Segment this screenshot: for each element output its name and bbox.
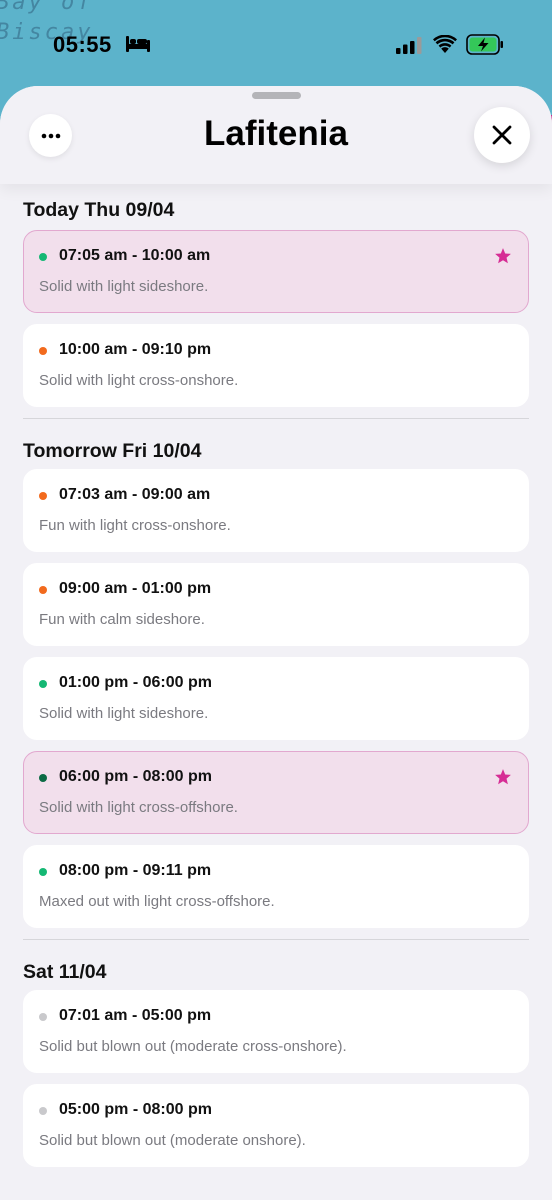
slot-description: Solid with light cross-onshore. xyxy=(39,372,239,389)
status-time: 05:55 xyxy=(53,32,112,57)
day-section: Today Thu 09/04 07:05 am - 10:00 am Solid … xyxy=(0,184,552,407)
quality-dot-icon xyxy=(39,347,47,355)
quality-dot-icon xyxy=(39,1013,47,1021)
slot-time: 07:03 am - 09:00 am xyxy=(59,486,211,503)
slot-time: 10:00 am - 09:10 pm xyxy=(59,341,212,358)
slot-time: 07:01 am - 05:00 pm xyxy=(59,1007,212,1024)
day-section: Tomorrow Fri 10/04 07:03 am - 09:00 am Fun… xyxy=(0,427,552,928)
quality-dot-icon xyxy=(39,492,47,500)
star-icon xyxy=(495,248,511,264)
slot-time: 01:00 pm - 06:00 pm xyxy=(59,674,212,691)
slot-description: Solid with light cross-offshore. xyxy=(39,799,238,816)
session-slot[interactable]: 07:03 am - 09:00 am Fun with light cross-… xyxy=(23,469,529,552)
slot-time: 08:00 pm - 09:11 pm xyxy=(59,862,212,879)
close-button[interactable] xyxy=(474,107,530,163)
slot-description: Solid but blown out (moderate cross-onsh… xyxy=(39,1038,347,1055)
session-slot[interactable]: 10:00 am - 09:10 pm Solid with light cros… xyxy=(23,324,529,407)
session-slot[interactable]: 07:01 am - 05:00 pm Solid but blown out (… xyxy=(23,990,529,1073)
session-slot[interactable]: 09:00 am - 01:00 pm Fun with calm sidesho… xyxy=(23,563,529,646)
slot-time: 09:00 am - 01:00 pm xyxy=(59,580,212,597)
session-slot[interactable]: 07:05 am - 10:00 am Solid with light side… xyxy=(23,230,529,313)
forecast-list: Today Thu 09/04 07:05 am - 10:00 am Solid … xyxy=(0,184,552,1178)
quality-dot-icon xyxy=(39,253,47,261)
session-slot[interactable]: 06:00 pm - 08:00 pm Solid with light cros… xyxy=(23,751,529,834)
day-title: Tomorrow Fri 10/04 xyxy=(23,440,202,462)
slot-description: Solid with light sideshore. xyxy=(39,278,209,295)
day-section: Sat 11/04 07:01 am - 05:00 pm Solid but bl… xyxy=(0,948,552,1167)
sheet-header: Lafitenia xyxy=(0,86,552,184)
sheet-grabber[interactable] xyxy=(252,92,301,99)
session-slot[interactable]: 05:00 pm - 08:00 pm Solid but blown out (… xyxy=(23,1084,529,1167)
slot-time: 07:05 am - 10:00 am xyxy=(59,247,211,264)
slot-description: Solid but blown out (moderate onshore). xyxy=(39,1132,306,1149)
slot-description: Fun with calm sideshore. xyxy=(39,611,205,628)
day-title: Today Thu 09/04 xyxy=(23,199,175,221)
session-slot[interactable]: 01:00 pm - 06:00 pm Solid with light side… xyxy=(23,657,529,740)
battery-charging-icon xyxy=(466,34,503,55)
quality-dot-icon xyxy=(39,774,47,782)
slot-description: Solid with light sideshore. xyxy=(39,705,209,722)
slot-description: Fun with light cross-onshore. xyxy=(39,517,231,534)
spot-sheet: Lafitenia Today Thu 09/04 07:05 am - 10:0… xyxy=(0,86,552,1200)
status-bar: 05:55 xyxy=(0,0,552,88)
slot-time: 06:00 pm - 08:00 pm xyxy=(59,768,212,785)
page-title: Lafitenia xyxy=(204,114,348,153)
quality-dot-icon xyxy=(39,868,47,876)
quality-dot-icon xyxy=(39,586,47,594)
cellular-signal-icon xyxy=(396,37,422,54)
quality-dot-icon xyxy=(39,680,47,688)
slot-description: Maxed out with light cross-offshore. xyxy=(39,893,275,910)
close-icon xyxy=(492,125,512,145)
session-slot[interactable]: 08:00 pm - 09:11 pm Maxed out with light … xyxy=(23,845,529,928)
star-icon xyxy=(495,769,511,785)
wifi-icon xyxy=(433,35,457,53)
bed-icon xyxy=(126,36,150,52)
slot-time: 05:00 pm - 08:00 pm xyxy=(59,1101,212,1118)
day-title: Sat 11/04 xyxy=(23,961,107,983)
quality-dot-icon xyxy=(39,1107,47,1115)
